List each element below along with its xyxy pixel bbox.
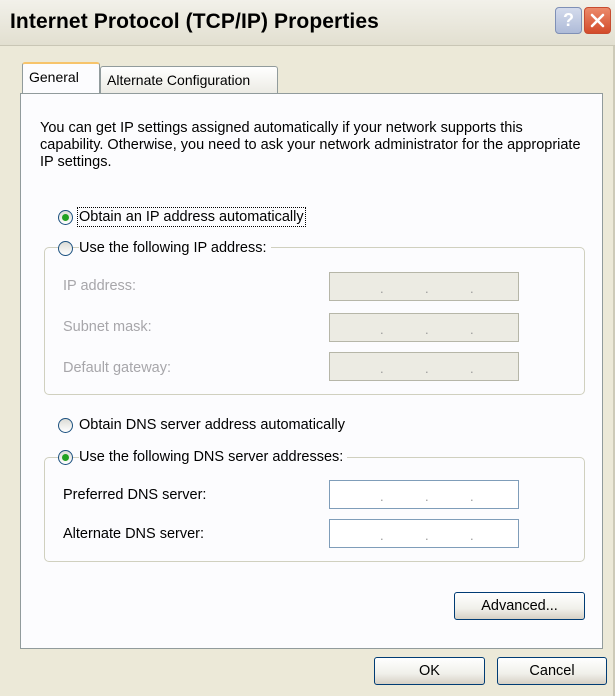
subnet-mask-field[interactable]: . . . xyxy=(329,313,519,342)
help-icon: ? xyxy=(563,10,574,30)
close-button[interactable] xyxy=(584,7,611,34)
radio-obtain-ip-auto[interactable]: Obtain an IP address automatically xyxy=(58,207,306,227)
alternate-dns-field[interactable]: . . . xyxy=(329,519,519,548)
default-gateway-field[interactable]: . . . xyxy=(329,352,519,381)
dialog-window: Internet Protocol (TCP/IP) Properties ? … xyxy=(0,0,615,696)
ip-address-label: IP address: xyxy=(63,278,137,294)
preferred-dns-label: Preferred DNS server: xyxy=(63,487,207,503)
tab-general[interactable]: General xyxy=(22,62,100,93)
default-gateway-label: Default gateway: xyxy=(63,360,172,376)
preferred-dns-field[interactable]: . . . xyxy=(329,480,519,509)
alternate-dns-label: Alternate DNS server: xyxy=(63,526,205,542)
radio-icon xyxy=(58,417,73,433)
ip-address-field[interactable]: . . . xyxy=(329,272,519,301)
cancel-button[interactable]: Cancel xyxy=(497,657,607,685)
advanced-button[interactable]: Advanced... xyxy=(454,592,585,620)
subnet-mask-label: Subnet mask: xyxy=(63,319,152,335)
info-text: You can get IP settings assigned automat… xyxy=(40,120,581,170)
radio-label: Obtain DNS server address automatically xyxy=(79,417,345,433)
radio-label: Obtain an IP address automatically xyxy=(77,207,306,227)
radio-icon xyxy=(58,449,73,465)
radio-label: Use the following IP address: xyxy=(79,240,271,256)
radio-use-following-ip[interactable]: Use the following IP address: xyxy=(58,240,271,256)
title-bar[interactable]: Internet Protocol (TCP/IP) Properties ? xyxy=(0,0,615,46)
ok-button[interactable]: OK xyxy=(374,657,485,685)
close-icon xyxy=(590,13,605,28)
window-title: Internet Protocol (TCP/IP) Properties xyxy=(10,10,379,33)
radio-obtain-dns-auto[interactable]: Obtain DNS server address automatically xyxy=(58,417,345,433)
radio-label: Use the following DNS server addresses: xyxy=(79,449,348,465)
radio-use-following-dns[interactable]: Use the following DNS server addresses: xyxy=(58,449,348,465)
radio-icon xyxy=(58,240,73,256)
help-button[interactable]: ? xyxy=(555,7,582,34)
tab-alternate-configuration[interactable]: Alternate Configuration xyxy=(100,66,278,93)
radio-icon xyxy=(58,209,73,225)
